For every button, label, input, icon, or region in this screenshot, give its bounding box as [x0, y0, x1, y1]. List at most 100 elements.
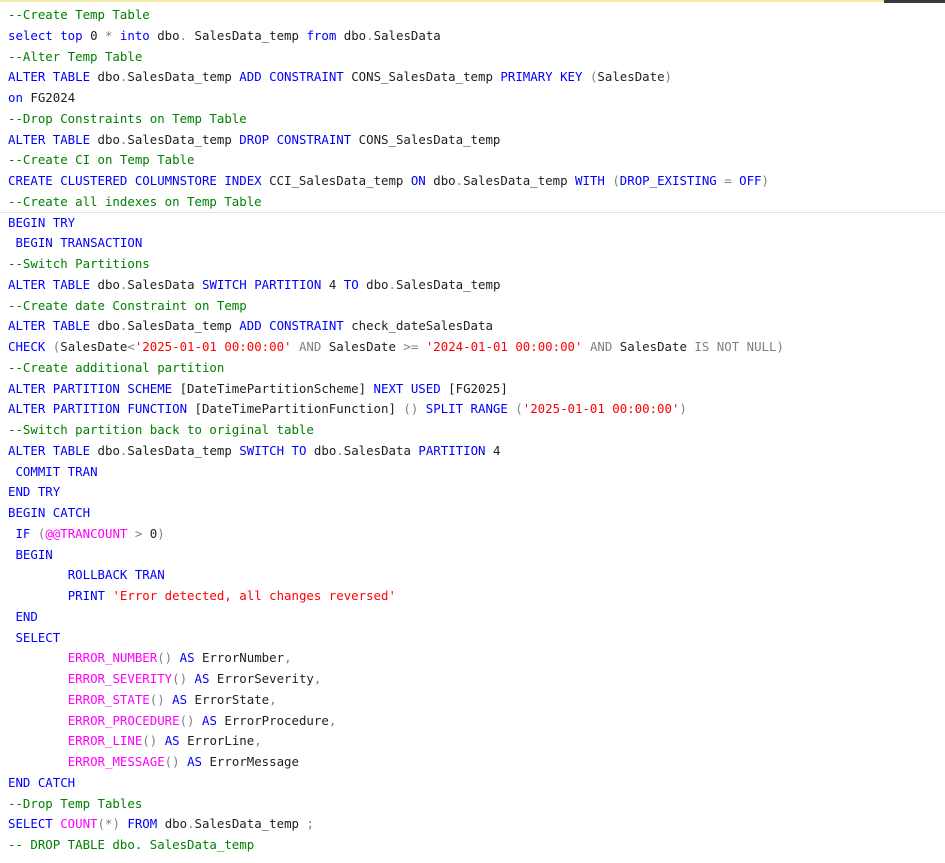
code-line[interactable]: COMMIT TRAN [0, 462, 945, 483]
code-line[interactable]: CREATE CLUSTERED COLUMNSTORE INDEX CCI_S… [0, 171, 945, 192]
code-token: '2025-01-01 00:00:00' [134, 339, 299, 354]
code-token: SalesData [343, 442, 419, 458]
code-line[interactable]: BEGIN TRY [0, 213, 945, 234]
code-token: PRIMARY KEY [500, 69, 590, 85]
code-line[interactable]: ERROR_PROCEDURE() AS ErrorProcedure, [0, 711, 945, 732]
code-line[interactable]: ALTER TABLE dbo.SalesData_temp ADD CONST… [0, 316, 945, 337]
code-token: . [366, 27, 374, 43]
code-token: SalesData [373, 27, 441, 43]
code-token: --Drop Constraints on Temp Table [8, 110, 247, 126]
code-token: () [157, 650, 180, 666]
code-line[interactable]: END CATCH [0, 773, 945, 794]
code-token: WITH [575, 173, 613, 188]
code-token: ( [515, 401, 523, 417]
code-token: ) [157, 525, 165, 541]
code-token: --Drop Temp Tables [8, 795, 143, 811]
code-token: >= [403, 339, 426, 354]
code-token: () [403, 401, 426, 417]
code-line[interactable]: ALTER TABLE dbo. SalesData_temp SWITCH TO… [0, 441, 945, 462]
code-token: CCI_SalesData_temp [269, 173, 411, 188]
code-token: SalesData [127, 276, 202, 292]
code-line[interactable]: --Create date Constraint on Temp [0, 296, 945, 317]
code-token: ErrorState [194, 691, 270, 707]
code-token: ALTER TABLE [8, 442, 98, 458]
code-token: = [724, 173, 740, 188]
code-line[interactable]: PRINT 'Error detected, all changes rever… [0, 586, 945, 607]
code-line[interactable]: --Drop Temp Tables [0, 794, 945, 815]
code-line[interactable]: END TRY [0, 482, 945, 503]
code-line[interactable]: --Alter Temp Table [0, 47, 945, 68]
code-line[interactable]: --Create all indexes on Temp Table [0, 192, 945, 213]
code-token: BEGIN TRY [8, 214, 76, 230]
code-token: BEGIN [15, 546, 53, 562]
code-line[interactable]: ALTER TABLE dbo. SalesData SWITCH PARTITI… [0, 275, 945, 296]
code-line[interactable]: BEGIN [0, 545, 945, 566]
code-line[interactable]: ROLLBACK TRAN [0, 565, 945, 586]
code-token: . [179, 27, 188, 43]
code-token: SalesData_temp [127, 131, 240, 147]
code-line[interactable]: BEGIN CATCH [0, 503, 945, 524]
code-token: ALTER TABLE [8, 69, 98, 85]
code-line[interactable]: --Drop Constraints on Temp Table [0, 109, 945, 130]
code-line[interactable]: --Create additional partition [0, 358, 945, 379]
code-token: IS NOT NULL [694, 339, 777, 354]
code-token: 'Error detected, all changes reversed' [112, 588, 396, 603]
code-token: -- DROP TABLE dbo. SalesData_temp [8, 837, 255, 852]
code-line[interactable]: IF (@@TRANCOUNT > 0) [0, 524, 945, 545]
code-token: SalesData_temp [463, 173, 575, 188]
code-token: @@TRANCOUNT [45, 525, 135, 541]
code-token: SELECT [15, 629, 61, 645]
code-token: into [119, 27, 158, 43]
code-line[interactable]: CHECK (SalesDate<'2025-01-01 00:00:00' A… [0, 337, 945, 358]
code-line[interactable]: --Create CI on Temp Table [0, 150, 945, 171]
code-token: ALTER TABLE [8, 131, 98, 147]
code-token: 0 [90, 27, 105, 43]
code-line[interactable]: on FG2024 [0, 88, 945, 109]
code-token: END [15, 608, 38, 624]
code-token: SPLIT RANGE [425, 401, 516, 417]
code-token: ADD CONSTRAINT [239, 318, 352, 334]
code-line[interactable]: BEGIN TRANSACTION [0, 233, 945, 254]
code-line[interactable]: ALTER PARTITION SCHEME [DateTimePartitio… [0, 379, 945, 400]
code-token: . [336, 442, 344, 458]
sql-editor[interactable]: --Create Temp Table select top 0 * into d… [0, 0, 945, 863]
code-token: END TRY [8, 484, 61, 500]
code-line[interactable]: ERROR_STATE() AS ErrorState, [0, 690, 945, 711]
code-token: ERROR_MESSAGE [67, 754, 165, 769]
code-token: dbo [97, 276, 120, 292]
code-token: () [172, 671, 195, 686]
code-line[interactable]: END [0, 607, 945, 628]
code-line[interactable]: SELECT [0, 628, 945, 649]
code-token: AS [201, 712, 225, 728]
code-line[interactable]: SELECT COUNT(*) FROM dbo.SalesData_temp … [0, 814, 945, 835]
code-line[interactable]: ALTER TABLE dbo.SalesData_temp DROP CONS… [0, 130, 945, 151]
code-token: 4 [492, 442, 501, 458]
code-token: DROP CONSTRAINT [239, 131, 359, 147]
code-token: ) [776, 339, 784, 354]
code-line[interactable]: --Switch partition back to original tabl… [0, 420, 945, 441]
code-line[interactable]: ALTER PARTITION FUNCTION [DateTimePartit… [0, 399, 945, 420]
code-token: 4 [328, 276, 344, 292]
code-line[interactable]: ERROR_LINE() AS ErrorLine, [0, 731, 945, 752]
code-area[interactable]: --Create Temp Table select top 0 * into d… [0, 5, 945, 856]
code-line[interactable]: select top 0 * into dbo. SalesData_temp … [0, 26, 945, 47]
code-token: dbo [97, 69, 120, 85]
code-line[interactable]: ERROR_NUMBER() AS ErrorNumber, [0, 648, 945, 669]
code-token: , [328, 712, 337, 728]
code-token: dbo [313, 442, 337, 458]
code-token: () [164, 754, 188, 769]
code-token: ERROR_NUMBER [67, 650, 158, 666]
code-token: --Create Temp Table [8, 7, 150, 22]
code-line[interactable]: ALTER TABLE dbo.SalesData_temp ADD CONST… [0, 67, 945, 88]
code-line[interactable]: -- DROP TABLE dbo. SalesData_temp [0, 835, 945, 856]
code-token: () [142, 733, 165, 749]
code-token: COUNT [60, 816, 98, 832]
code-line[interactable]: --Create Temp Table [0, 5, 945, 26]
code-token: CREATE CLUSTERED COLUMNSTORE INDEX [8, 173, 270, 188]
code-line[interactable]: --Switch Partitions [0, 254, 945, 275]
code-line[interactable]: ERROR_SEVERITY() AS ErrorSeverity, [0, 669, 945, 690]
code-line[interactable]: ERROR_MESSAGE() AS ErrorMessage [0, 752, 945, 773]
code-token: dbo [97, 442, 120, 458]
code-token: check_dateSalesData [351, 318, 493, 334]
